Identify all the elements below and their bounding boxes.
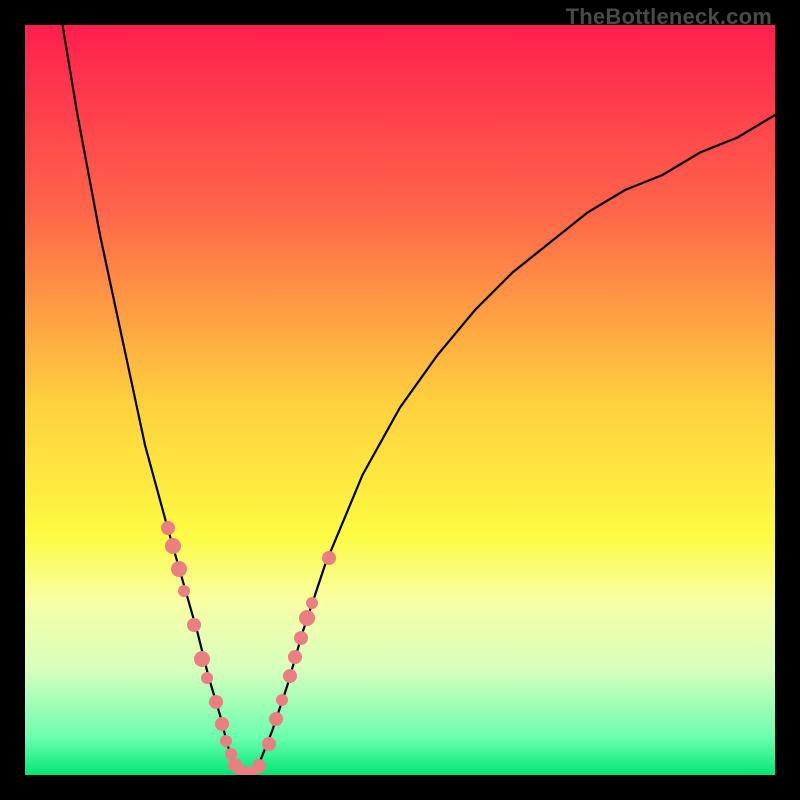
sample-marker <box>299 610 315 626</box>
sample-marker <box>178 585 190 597</box>
bottleneck-curve <box>25 25 775 775</box>
sample-marker <box>215 717 229 731</box>
plot-area <box>25 25 775 775</box>
sample-marker <box>161 521 175 535</box>
sample-marker <box>187 618 201 632</box>
sample-marker <box>194 651 210 667</box>
outer-frame: TheBottleneck.com <box>0 0 800 800</box>
sample-marker <box>171 561 187 577</box>
sample-marker <box>220 735 232 747</box>
sample-marker <box>283 669 297 683</box>
sample-marker <box>322 551 336 565</box>
sample-marker <box>262 737 276 751</box>
watermark-text: TheBottleneck.com <box>566 4 772 30</box>
sample-marker <box>288 650 302 664</box>
sample-marker <box>276 694 288 706</box>
sample-marker <box>252 759 266 773</box>
sample-marker <box>294 631 308 645</box>
sample-marker <box>201 672 213 684</box>
sample-marker <box>306 597 318 609</box>
sample-marker <box>269 712 283 726</box>
sample-marker <box>165 538 181 554</box>
sample-marker <box>209 695 223 709</box>
